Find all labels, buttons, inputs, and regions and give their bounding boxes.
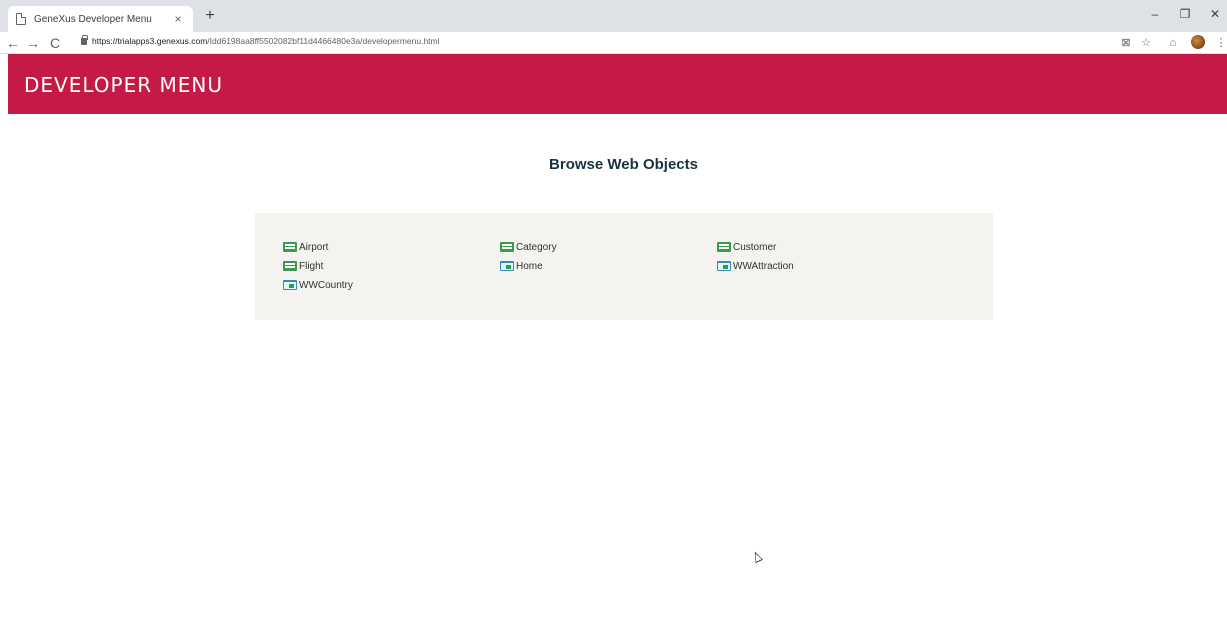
section-title: Browse Web Objects bbox=[549, 156, 698, 173]
webpanel-icon bbox=[717, 261, 731, 271]
mouse-cursor-icon bbox=[751, 549, 763, 564]
transaction-icon bbox=[500, 242, 514, 252]
tab-close-icon[interactable]: × bbox=[171, 12, 185, 26]
address-bar[interactable]: https://trialapps3.genexus.com/Idd6198aa… bbox=[92, 36, 440, 46]
translate-icon[interactable]: ⊠ bbox=[1117, 34, 1135, 52]
object-label[interactable]: Customer bbox=[733, 242, 776, 253]
webpanel-icon bbox=[500, 261, 514, 271]
transaction-icon bbox=[717, 242, 731, 252]
profile-avatar[interactable] bbox=[1191, 35, 1205, 49]
object-link-home[interactable]: Home bbox=[500, 259, 543, 273]
object-label[interactable]: Airport bbox=[299, 242, 328, 253]
lock-icon bbox=[81, 35, 88, 45]
browser-toolbar: ← → C https://trialapps3.genexus.com/Idd… bbox=[0, 32, 1227, 54]
page-title: DEVELOPER MENU bbox=[24, 73, 223, 97]
tab-strip: GeneXus Developer Menu × + – ❐ ✕ bbox=[0, 0, 1227, 32]
transaction-icon bbox=[283, 261, 297, 271]
object-link-customer[interactable]: Customer bbox=[717, 240, 776, 254]
transaction-icon bbox=[283, 242, 297, 252]
new-tab-button[interactable]: + bbox=[200, 6, 220, 26]
url-host: https://trialapps3.genexus.com bbox=[92, 36, 208, 46]
page-icon bbox=[16, 13, 26, 25]
object-link-category[interactable]: Category bbox=[500, 240, 557, 254]
object-link-airport[interactable]: Airport bbox=[283, 240, 328, 254]
extension-icon[interactable]: ⌂ bbox=[1164, 34, 1182, 52]
object-link-wwattraction[interactable]: WWAttraction bbox=[717, 259, 794, 273]
object-label[interactable]: WWCountry bbox=[299, 280, 353, 291]
minimize-button[interactable]: – bbox=[1140, 5, 1170, 23]
restore-button[interactable]: ❐ bbox=[1170, 5, 1200, 23]
bookmark-star-icon[interactable]: ☆ bbox=[1137, 34, 1155, 52]
webpanel-icon bbox=[283, 280, 297, 290]
url-path: /Idd6198aa8ff5502082bf11d4466480e3a/deve… bbox=[207, 36, 440, 46]
close-window-button[interactable]: ✕ bbox=[1200, 5, 1227, 23]
object-link-wwcountry[interactable]: WWCountry bbox=[283, 278, 353, 292]
object-label[interactable]: Category bbox=[516, 242, 557, 253]
browser-tab[interactable]: GeneXus Developer Menu × bbox=[8, 6, 193, 32]
app-header: DEVELOPER MENU bbox=[8, 54, 1227, 114]
object-label[interactable]: Flight bbox=[299, 261, 323, 272]
forward-button[interactable]: → bbox=[24, 33, 42, 53]
browser-menu-icon[interactable]: ⋮ bbox=[1212, 34, 1227, 52]
objects-panel: Airport Category Customer Flight Home WW… bbox=[255, 213, 993, 320]
reload-button[interactable]: C bbox=[46, 33, 64, 53]
object-label[interactable]: Home bbox=[516, 261, 543, 272]
back-button[interactable]: ← bbox=[4, 33, 22, 53]
object-link-flight[interactable]: Flight bbox=[283, 259, 323, 273]
object-label[interactable]: WWAttraction bbox=[733, 261, 794, 272]
tab-title: GeneXus Developer Menu bbox=[34, 13, 152, 25]
